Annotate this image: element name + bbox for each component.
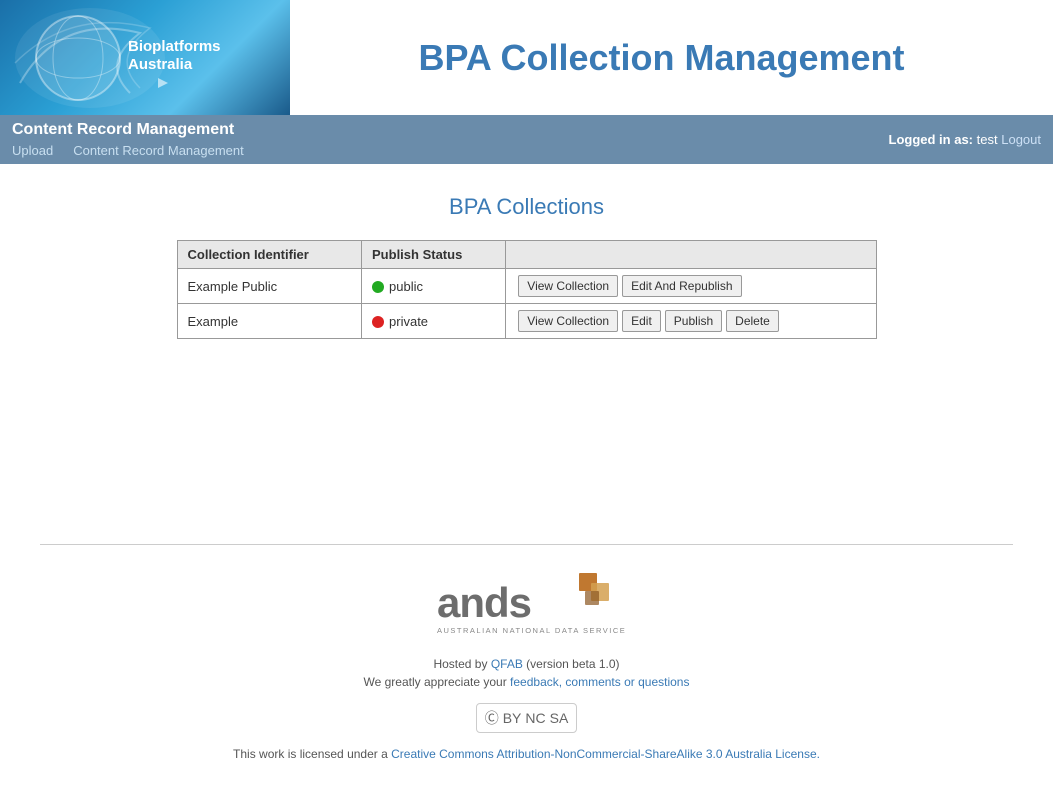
col-actions [506,241,876,269]
page-heading: BPA Collections [20,194,1033,220]
action-btn-publish[interactable]: Publish [665,310,722,332]
collection-name-cell: Example Public [177,269,362,304]
collections-table: Collection Identifier Publish Status Exa… [177,240,877,339]
logout-link[interactable]: Logout [1001,132,1041,147]
cc-badge: Ⓒ BY NC SA [476,703,578,733]
action-btn-delete[interactable]: Delete [726,310,779,332]
logo-svg: Bioplatforms Australia [10,3,280,113]
ands-logo: ands AUSTRALIAN NATIONAL DATA SERVICE [427,565,627,643]
nav-content-record-link[interactable]: Content Record Management [73,143,244,158]
license-link[interactable]: Creative Commons Attribution-NonCommerci… [391,747,820,761]
footer-license: This work is licensed under a Creative C… [20,747,1033,761]
nav-left: Content Record Management Upload Content… [12,121,244,158]
svg-text:AUSTRALIAN NATIONAL DATA SERVI: AUSTRALIAN NATIONAL DATA SERVICE [437,626,626,635]
table-row: Example private View CollectionEditPublish… [177,304,876,339]
cc-icon-c: Ⓒ [485,708,499,728]
username: test [977,132,998,147]
ands-svg: ands AUSTRALIAN NATIONAL DATA SERVICE [427,565,627,640]
svg-text:Bioplatforms: Bioplatforms [128,38,221,55]
logo-area: Bioplatforms Australia [0,0,290,115]
action-btn-view-collection[interactable]: View Collection [518,310,618,332]
action-btn-view-collection[interactable]: View Collection [518,275,618,297]
collection-name-cell: Example [177,304,362,339]
collection-actions-cell: View CollectionEditPublishDelete [506,304,876,339]
status-text: private [389,314,428,329]
col-publish-status: Publish Status [362,241,506,269]
header: Bioplatforms Australia BPA Collection Ma… [0,0,1053,115]
status-dot-icon [372,281,384,293]
collection-actions-cell: View CollectionEdit And Republish [506,269,876,304]
action-btn-edit-and-republish[interactable]: Edit And Republish [622,275,741,297]
svg-text:ands: ands [437,579,531,626]
cc-icon-nc: NC [525,710,545,726]
nav-bar: Content Record Management Upload Content… [0,115,1053,164]
status-dot-icon [372,316,384,328]
site-title: BPA Collection Management [290,37,1053,79]
nav-links: Upload Content Record Management [12,143,244,158]
footer: ands AUSTRALIAN NATIONAL DATA SERVICE Ho… [0,545,1053,785]
nav-right: Logged in as: test Logout [889,132,1041,147]
collection-status-cell: public [362,269,506,304]
nav-section-title: Content Record Management [12,121,244,139]
logged-in-label: Logged in as: [889,132,977,147]
footer-hosted-by: Hosted by QFAB (version beta 1.0) [20,657,1033,671]
feedback-link[interactable]: feedback, comments or questions [510,675,689,689]
qfab-link[interactable]: QFAB [491,657,523,671]
status-text: public [389,279,423,294]
footer-feedback: We greatly appreciate your feedback, com… [20,675,1033,689]
nav-upload-link[interactable]: Upload [12,143,53,158]
main-content: BPA Collections Collection Identifier Pu… [0,164,1053,544]
table-header-row: Collection Identifier Publish Status [177,241,876,269]
cc-icon-sa: SA [550,710,569,726]
cc-badge-wrap: Ⓒ BY NC SA [20,697,1033,739]
svg-text:Australia: Australia [128,56,193,73]
cc-icon-by: BY [503,710,522,726]
table-row: Example Public public View CollectionEdit … [177,269,876,304]
col-collection-identifier: Collection Identifier [177,241,362,269]
collection-status-cell: private [362,304,506,339]
action-btn-edit[interactable]: Edit [622,310,661,332]
